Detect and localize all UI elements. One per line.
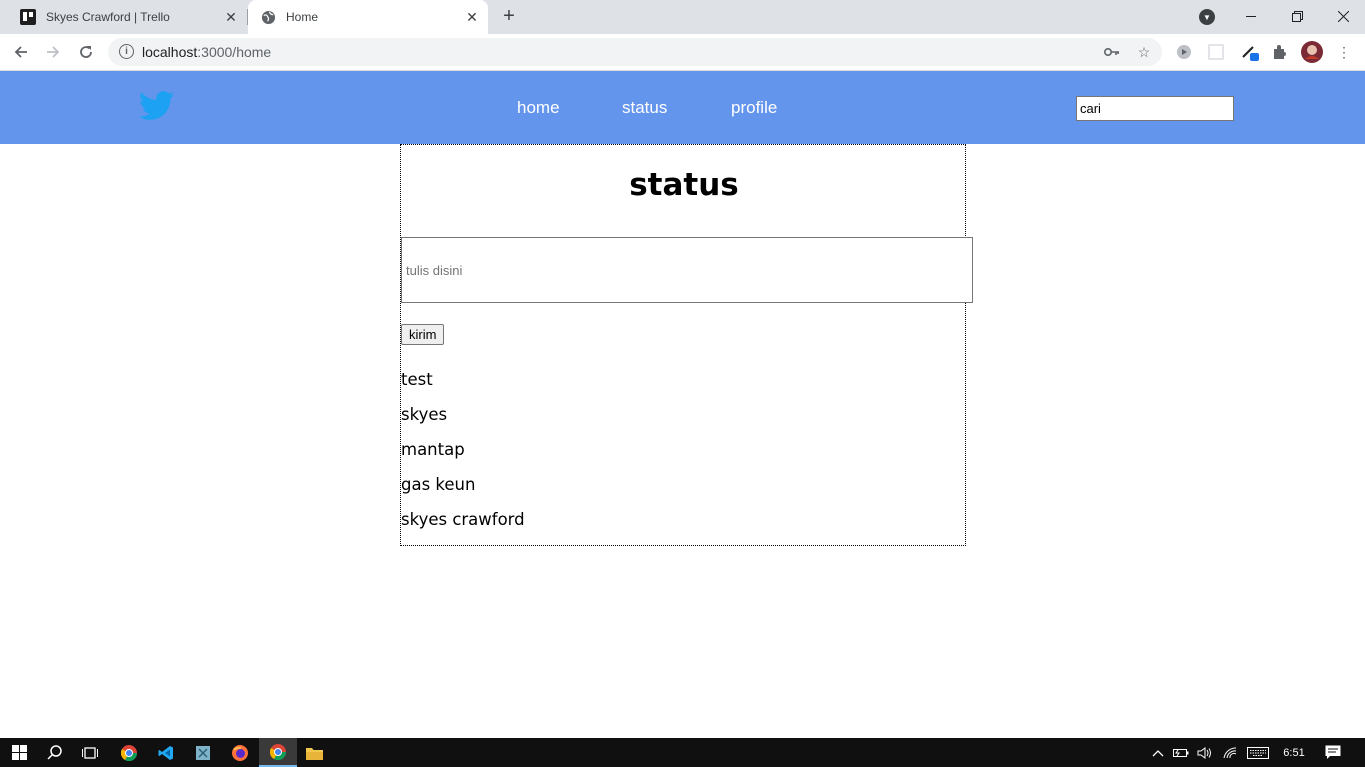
- keyboard-icon[interactable]: [1245, 738, 1271, 767]
- search-icon[interactable]: [36, 738, 74, 767]
- star-icon[interactable]: ☆: [1134, 42, 1154, 62]
- windows-start-icon[interactable]: [0, 738, 38, 767]
- address-url: localhost:3000/home: [142, 44, 272, 60]
- nav-link-profile[interactable]: profile: [731, 98, 777, 118]
- twitter-bird-icon[interactable]: [138, 91, 175, 121]
- browser-toolbar: i localhost:3000/home ☆ ⋮: [0, 34, 1365, 71]
- vscode-icon[interactable]: [147, 738, 185, 767]
- new-tab-plus-icon[interactable]: +: [498, 5, 520, 27]
- clock-time[interactable]: 6:51: [1278, 738, 1310, 767]
- chrome-icon[interactable]: [259, 738, 297, 767]
- kebab-menu-icon[interactable]: ⋮: [1334, 42, 1354, 62]
- window-close-icon[interactable]: [1320, 0, 1365, 32]
- page-title: status: [629, 167, 739, 203]
- close-icon[interactable]: ✕: [464, 9, 480, 25]
- address-bar[interactable]: i localhost:3000/home ☆: [108, 38, 1162, 66]
- status-item: mantap: [401, 440, 465, 459]
- browser-tab-strip: Skyes Crawford | Trello ✕ Home ✕ + ▼: [0, 0, 1365, 34]
- nav-link-status[interactable]: status: [622, 98, 667, 118]
- tab-title: Skyes Crawford | Trello: [46, 10, 170, 24]
- site-info-icon[interactable]: i: [119, 44, 134, 59]
- puzzle-extensions-icon[interactable]: [1270, 42, 1290, 62]
- firefox-icon[interactable]: [221, 738, 259, 767]
- wifi-icon[interactable]: [1220, 738, 1240, 767]
- battery-icon[interactable]: [1171, 738, 1191, 767]
- task-view-icon[interactable]: [71, 738, 109, 767]
- status-item: skyes crawford: [401, 510, 525, 529]
- reload-icon[interactable]: [74, 40, 98, 64]
- key-icon[interactable]: [1102, 42, 1122, 62]
- trello-icon: [20, 9, 36, 25]
- status-container: status kirim test skyes mantap gas keun …: [400, 144, 973, 546]
- windows-taskbar: 6:51: [0, 738, 1365, 767]
- search-input[interactable]: [1076, 96, 1234, 121]
- status-input[interactable]: [401, 237, 973, 303]
- status-item: skyes: [401, 405, 448, 424]
- status-item: test: [401, 370, 433, 389]
- browser-tab-trello[interactable]: Skyes Crawford | Trello ✕: [0, 0, 247, 34]
- tab-search-dropdown-icon[interactable]: ▼: [1199, 9, 1215, 25]
- send-button[interactable]: kirim: [401, 324, 445, 345]
- restore-icon[interactable]: [1274, 0, 1320, 32]
- avatar[interactable]: [1301, 41, 1323, 63]
- site-navbar: home status profile: [0, 71, 1365, 144]
- status-item: gas keun: [401, 475, 476, 494]
- notification-icon[interactable]: [1322, 738, 1344, 767]
- media-play-icon[interactable]: [1174, 42, 1194, 62]
- forward-arrow-icon[interactable]: [41, 40, 65, 64]
- app-icon[interactable]: [184, 738, 222, 767]
- extension-icon[interactable]: [1206, 42, 1226, 62]
- minimize-icon[interactable]: [1228, 0, 1274, 32]
- chrome-icon[interactable]: [110, 738, 148, 767]
- color-picker-extension-icon[interactable]: [1240, 42, 1260, 62]
- browser-tab-home[interactable]: Home ✕: [248, 0, 488, 34]
- tab-title: Home: [286, 10, 319, 24]
- file-explorer-icon[interactable]: [295, 738, 333, 767]
- nav-link-home[interactable]: home: [517, 98, 560, 118]
- close-icon[interactable]: ✕: [223, 9, 239, 25]
- status-list: test skyes mantap gas keun skyes crawfor…: [401, 370, 525, 545]
- chevron-up-icon[interactable]: [1148, 738, 1168, 767]
- back-arrow-icon[interactable]: [9, 40, 33, 64]
- globe-icon: [260, 9, 276, 25]
- volume-icon[interactable]: [1195, 738, 1215, 767]
